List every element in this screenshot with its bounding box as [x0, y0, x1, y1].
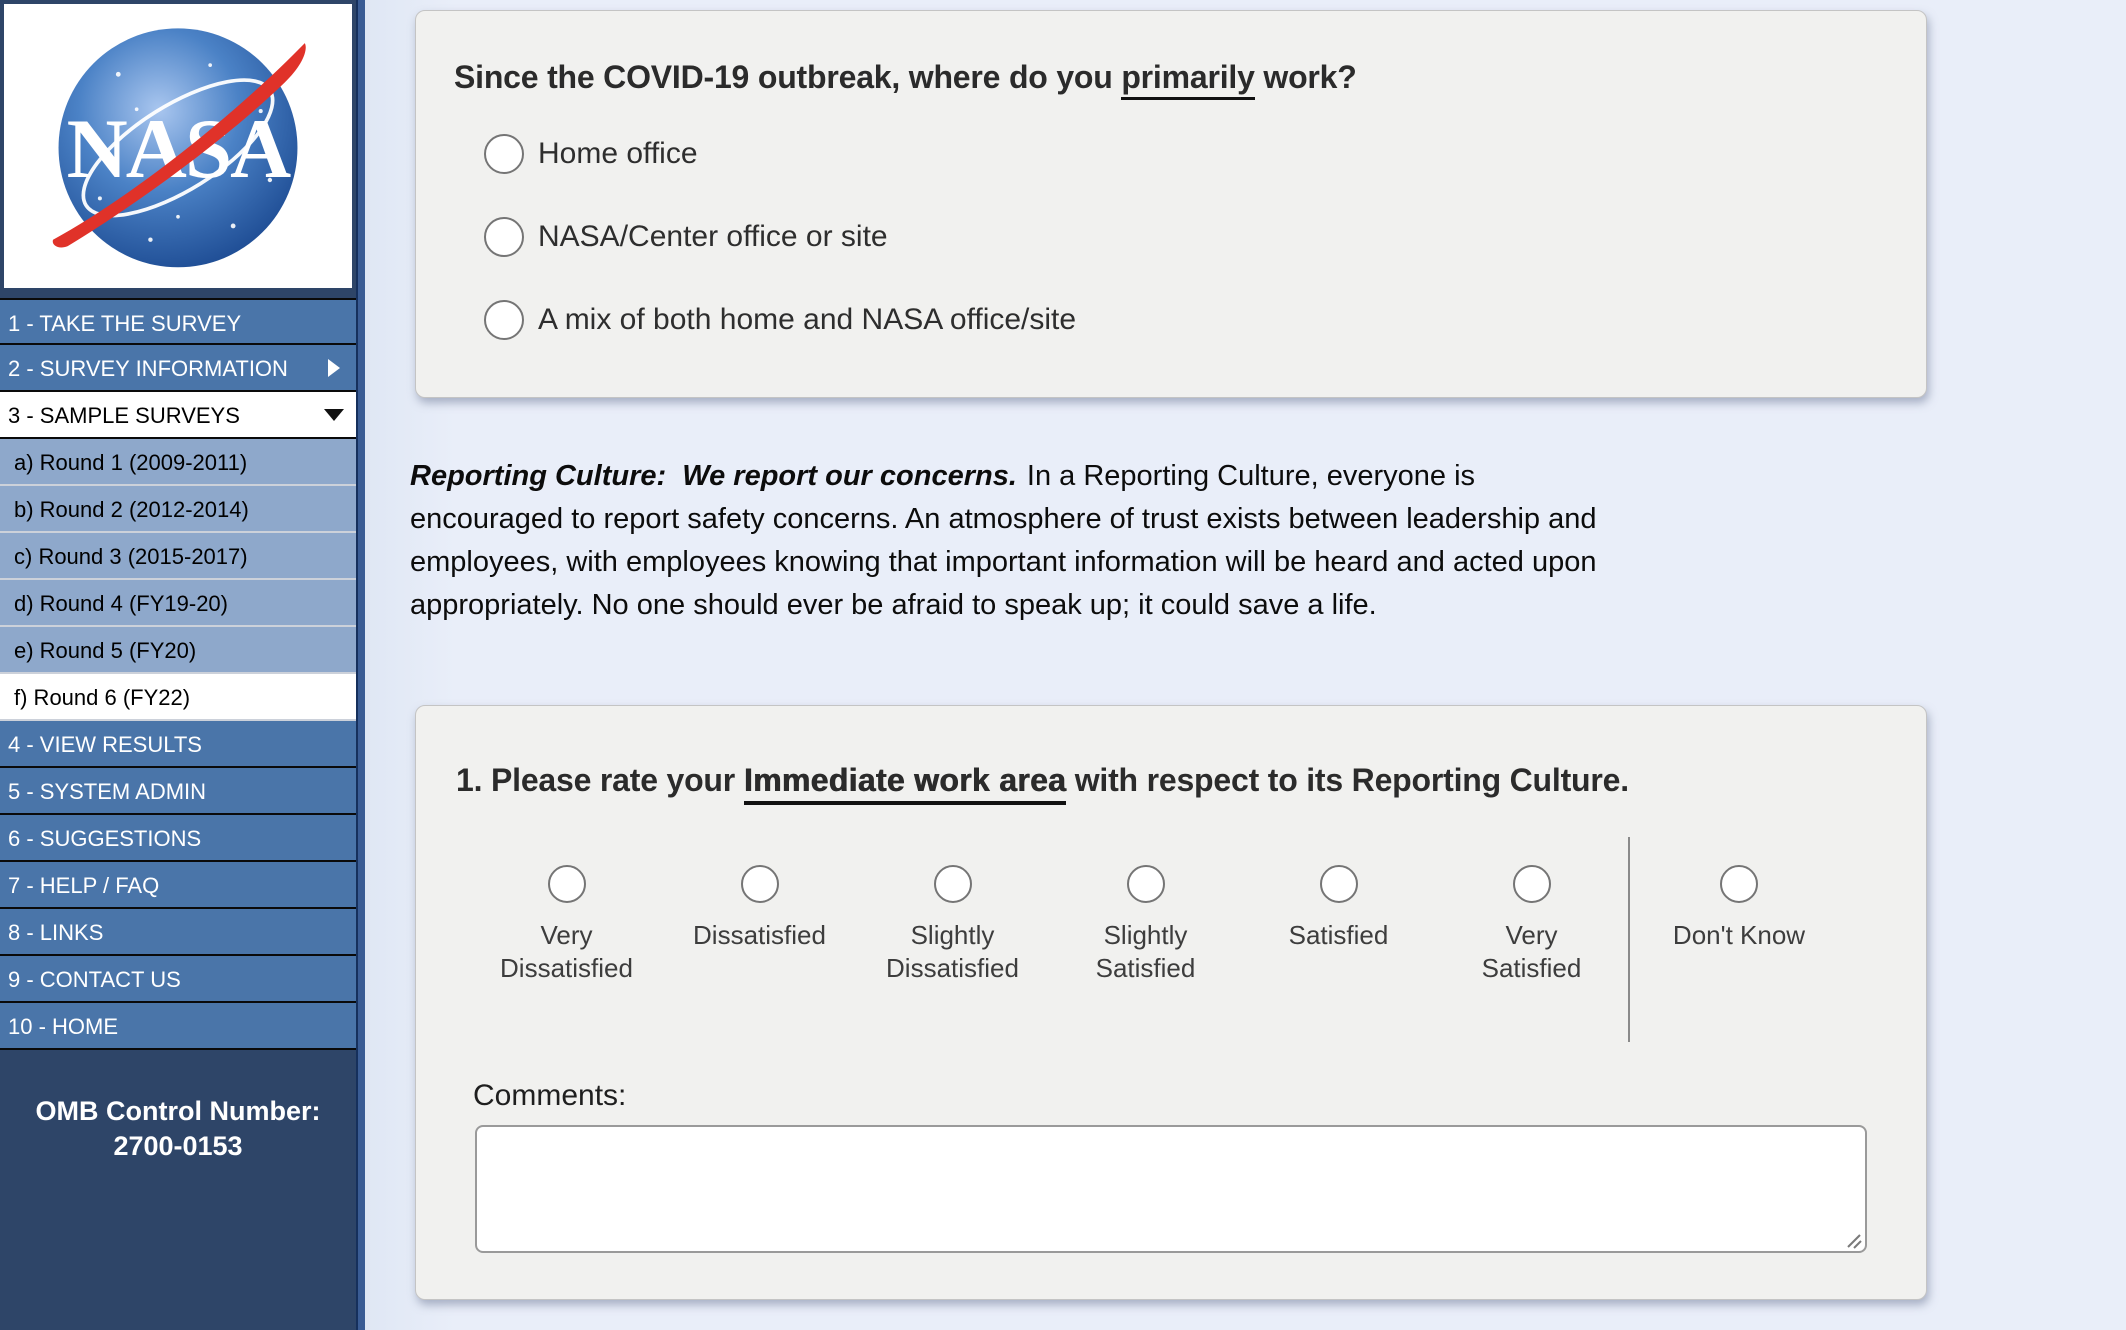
- rating-option-slightly-dissatisfied[interactable]: Slightly Dissatisfied: [856, 837, 1049, 985]
- sidebar-item-round-5[interactable]: e) Round 5 (FY20): [0, 627, 356, 674]
- sidebar-item-contact-us[interactable]: 9 - CONTACT US: [0, 956, 356, 1003]
- title-underlined-phrase: Immediate work area: [744, 762, 1066, 805]
- sidebar-item-label: 2 - SURVEY INFORMATION: [8, 356, 288, 381]
- rating-label: Satisfied: [1289, 919, 1389, 952]
- sidebar-item-home[interactable]: 10 - HOME: [0, 1003, 356, 1050]
- sidebar-item-round-6[interactable]: f) Round 6 (FY22): [0, 674, 356, 721]
- sidebar-item-round-2[interactable]: b) Round 2 (2012-2014): [0, 486, 356, 533]
- sidebar-item-view-results[interactable]: 4 - VIEW RESULTS: [0, 721, 356, 768]
- rating-label: Very Satisfied: [1454, 919, 1609, 985]
- covid-option-nasa-office[interactable]: NASA/Center office or site: [484, 217, 888, 257]
- sidebar-footer: OMB Control Number: 2700-0153: [0, 1050, 356, 1330]
- covid-options-group: Home office NASA/Center office or site A…: [484, 134, 1886, 340]
- rating-option-slightly-satisfied[interactable]: Slightly Satisfied: [1049, 837, 1242, 985]
- title-text: work?: [1255, 59, 1357, 95]
- question1-title: 1. Please rate your Immediate work area …: [456, 762, 1886, 799]
- rating-scale-group: Very Dissatisfied Dissatisfied Slightly …: [470, 837, 1886, 1042]
- title-text: with respect to its Reporting Culture.: [1066, 762, 1629, 798]
- rating-option-very-dissatisfied[interactable]: Very Dissatisfied: [470, 837, 663, 985]
- rating-option-satisfied[interactable]: Satisfied: [1242, 837, 1435, 952]
- question1-card: 1. Please rate your Immediate work area …: [415, 705, 1927, 1300]
- sidebar-item-round-3[interactable]: c) Round 3 (2015-2017): [0, 533, 356, 580]
- main-content: Since the COVID-19 outbreak, where do yo…: [365, 0, 2126, 1330]
- reporting-culture-paragraph: Reporting Culture: We report our concern…: [410, 455, 1930, 627]
- rating-option-very-satisfied[interactable]: Very Satisfied: [1435, 837, 1628, 985]
- title-text: 1. Please rate your: [456, 762, 744, 798]
- radio-button[interactable]: [484, 217, 524, 257]
- reporting-culture-lead: Reporting Culture: We report our concern…: [410, 460, 1017, 492]
- sidebar-item-sample-surveys[interactable]: 3 - SAMPLE SURVEYS: [0, 392, 356, 439]
- title-text: Since the COVID-19 outbreak, where do yo…: [454, 59, 1121, 95]
- radio-button[interactable]: [1320, 865, 1358, 903]
- option-label: NASA/Center office or site: [538, 220, 888, 254]
- omb-value: 2700-0153: [0, 1129, 356, 1164]
- resize-handle-icon[interactable]: [1844, 1231, 1862, 1249]
- omb-control-number: OMB Control Number: 2700-0153: [0, 1094, 356, 1164]
- sidebar-item-label: 3 - SAMPLE SURVEYS: [8, 403, 240, 428]
- rating-option-dont-know[interactable]: Don't Know: [1630, 837, 1848, 952]
- svg-text:NASA: NASA: [67, 103, 292, 196]
- radio-button[interactable]: [548, 865, 586, 903]
- sidebar-item-survey-information[interactable]: 2 - SURVEY INFORMATION: [0, 345, 356, 392]
- sidebar-item-round-4[interactable]: d) Round 4 (FY19-20): [0, 580, 356, 627]
- sidebar-item-help-faq[interactable]: 7 - HELP / FAQ: [0, 862, 356, 909]
- covid-question-title: Since the COVID-19 outbreak, where do yo…: [454, 59, 1886, 96]
- radio-button[interactable]: [1513, 865, 1551, 903]
- covid-question-card: Since the COVID-19 outbreak, where do yo…: [415, 10, 1927, 398]
- omb-label: OMB Control Number:: [0, 1094, 356, 1129]
- sidebar-item-round-1[interactable]: a) Round 1 (2009-2011): [0, 439, 356, 486]
- radio-button[interactable]: [741, 865, 779, 903]
- radio-button[interactable]: [484, 134, 524, 174]
- radio-button[interactable]: [934, 865, 972, 903]
- rating-label: Slightly Satisfied: [1068, 919, 1223, 985]
- option-label: A mix of both home and NASA office/site: [538, 303, 1076, 337]
- sidebar-nav: 1 - TAKE THE SURVEY 2 - SURVEY INFORMATI…: [0, 298, 356, 1050]
- rating-label: Very Dissatisfied: [489, 919, 644, 985]
- submenu-arrow-right-icon: [328, 359, 340, 377]
- sidebar-item-links[interactable]: 8 - LINKS: [0, 909, 356, 956]
- covid-option-home-office[interactable]: Home office: [484, 134, 698, 174]
- rating-label: Slightly Dissatisfied: [875, 919, 1030, 985]
- sidebar-edge-divider: [356, 0, 365, 1330]
- radio-button[interactable]: [1720, 865, 1758, 903]
- sidebar-item-system-admin[interactable]: 5 - SYSTEM ADMIN: [0, 768, 356, 815]
- radio-button[interactable]: [1127, 865, 1165, 903]
- rating-label: Dissatisfied: [693, 919, 826, 952]
- option-label: Home office: [538, 137, 698, 171]
- title-underlined-word: primarily: [1121, 59, 1254, 100]
- sidebar-item-suggestions[interactable]: 6 - SUGGESTIONS: [0, 815, 356, 862]
- covid-option-mix[interactable]: A mix of both home and NASA office/site: [484, 300, 1076, 340]
- submenu-arrow-down-icon: [324, 409, 344, 421]
- comments-textarea[interactable]: [475, 1125, 1867, 1253]
- comments-label: Comments:: [473, 1078, 1886, 1114]
- rating-option-dissatisfied[interactable]: Dissatisfied: [663, 837, 856, 952]
- comments-field-wrap: [475, 1125, 1867, 1258]
- radio-button[interactable]: [484, 300, 524, 340]
- sidebar-item-take-the-survey[interactable]: 1 - TAKE THE SURVEY: [0, 298, 356, 345]
- nasa-logo-icon: NASA: [28, 10, 328, 282]
- sidebar: NASA 1 - TAKE THE SURVEY 2 - SURVEY INFO…: [0, 0, 365, 1330]
- nasa-logo-link[interactable]: NASA: [4, 4, 352, 288]
- rating-label: Don't Know: [1673, 919, 1805, 952]
